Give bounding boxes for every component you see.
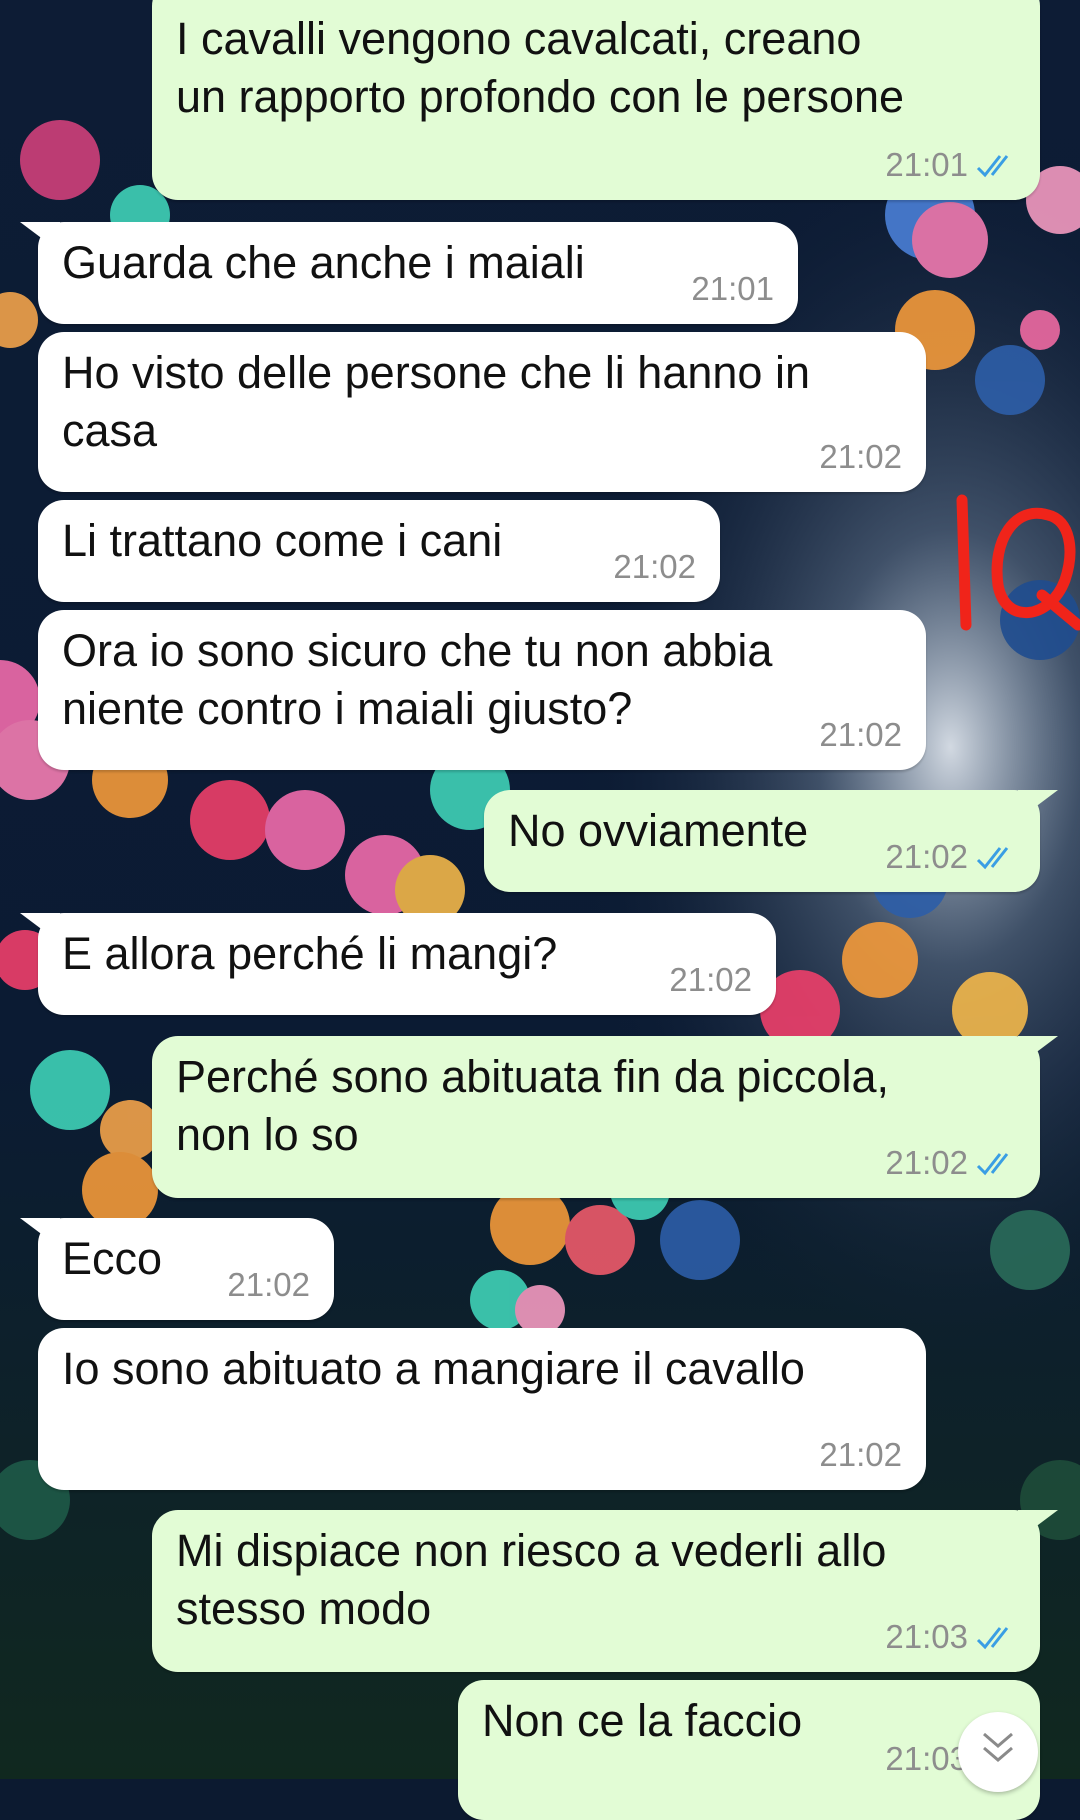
message-text: Ora io sono sicuro che tu non abbia nien… [62,625,773,734]
message-meta: 21:01 [885,146,1016,184]
scroll-to-bottom-button[interactable] [958,1712,1038,1792]
double-check-icon [976,847,1009,870]
message-text: Non ce la faccio [482,1695,803,1746]
message-text: Perché sono abituata fin da piccola, non… [176,1051,889,1160]
bubble-tail [20,1218,60,1248]
bubble-tail [1018,1036,1058,1066]
message-meta: 21:02 [227,1266,310,1304]
double-check-icon [976,1153,1009,1176]
message-text: Io sono abituato a mangiare il cavallo [62,1343,805,1394]
message-text: E allora perché li mangi? [62,928,558,979]
double-check-icon [976,1627,1009,1650]
message-meta: 21:02 [613,548,696,586]
message-time: 21:02 [669,961,752,998]
message-time: 21:02 [819,1436,902,1473]
outgoing-message[interactable]: Perché sono abituata fin da piccola, non… [152,1036,1058,1198]
incoming-message[interactable]: Ora io sono sicuro che tu non abbia nien… [38,610,926,770]
outgoing-message[interactable]: I cavalli vengono cavalcati, creano un r… [152,0,1040,200]
incoming-message[interactable]: Io sono abituato a mangiare il cavallo 21… [38,1328,926,1490]
message-meta: 21:02 [819,1436,902,1474]
incoming-message[interactable]: Guarda che anche i maiali 21:01 [20,222,798,324]
message-text: No ovviamente [508,805,809,856]
outgoing-message[interactable]: No ovviamente 21:02 [484,790,1058,892]
message-meta: 21:02 [885,1144,1016,1182]
incoming-message[interactable]: Ecco 21:02 [20,1218,334,1320]
message-text: Guarda che anche i maiali [62,237,585,288]
message-time: 21:02 [819,716,902,753]
message-time: 21:01 [691,270,774,307]
handwritten-annotation [956,494,1080,631]
message-text: Ecco [62,1233,163,1284]
message-time: 21:02 [885,838,968,875]
incoming-message[interactable]: Ho visto delle persone che li hanno in c… [38,332,926,492]
message-meta: 21:02 [819,438,902,476]
message-time: 21:01 [885,146,968,183]
message-time: 21:03 [885,1618,968,1655]
message-meta: 21:02 [885,838,1016,876]
incoming-message[interactable]: Li trattano come i cani 21:02 [38,500,720,602]
incoming-message[interactable]: E allora perché li mangi? 21:02 [20,913,776,1015]
message-text: I cavalli vengono cavalcati, creano un r… [176,13,905,122]
outgoing-message[interactable]: Mi dispiace non riesco a vederli allo st… [152,1510,1058,1672]
message-meta: 21:02 [819,716,902,754]
message-time: 21:02 [613,548,696,585]
message-meta: 21:01 [691,270,774,308]
double-check-icon [976,155,1009,178]
message-text: Ho visto delle persone che li hanno in c… [62,347,810,456]
message-time: 21:03 [885,1740,968,1777]
chevron-down-icon [983,1732,1013,1762]
message-text: Li trattano come i cani [62,515,503,566]
message-meta: 21:03 [885,1618,1016,1656]
message-text: Mi dispiace non riesco a vederli allo st… [176,1525,887,1634]
message-time: 21:02 [227,1266,310,1303]
message-time: 21:02 [819,438,902,475]
bubble-tail [20,913,60,943]
message-time: 21:02 [885,1144,968,1181]
bubble-tail [1018,790,1058,820]
outgoing-message[interactable]: Non ce la faccio 21:03 [458,1680,1040,1820]
message-meta: 21:02 [669,961,752,999]
bubble-tail [20,222,60,252]
bubble-tail [1018,1510,1058,1540]
